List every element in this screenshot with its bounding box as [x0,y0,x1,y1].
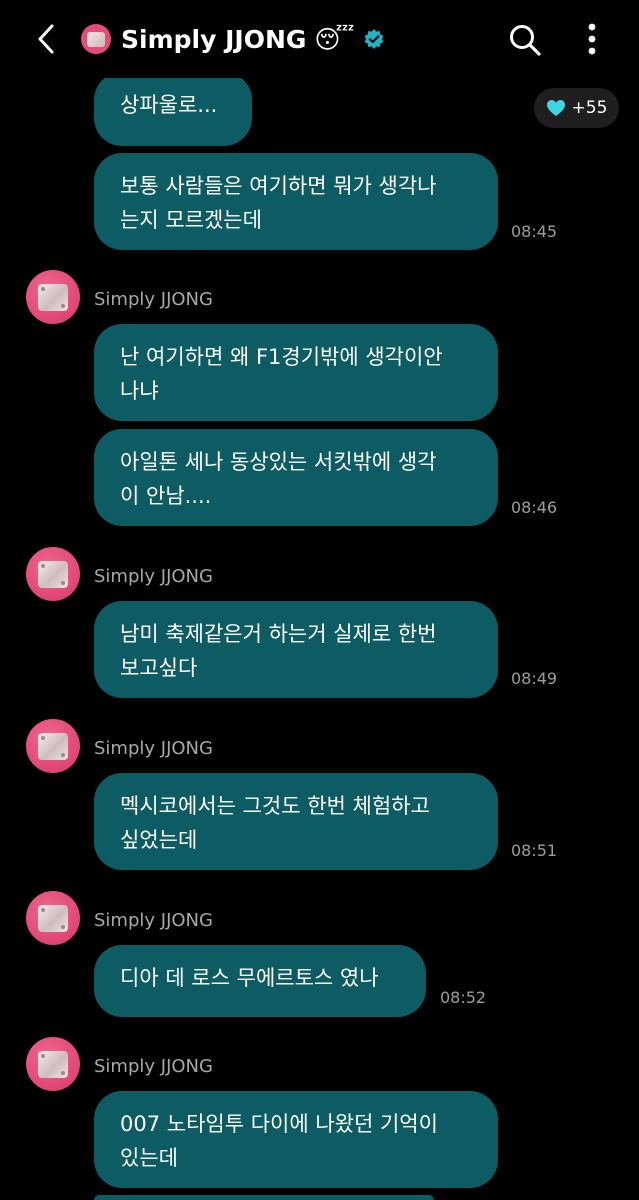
reaction-count: +55 [571,98,608,118]
chat-header: Simply JJONG 😴 [0,0,639,78]
sender-avatar[interactable] [26,891,80,945]
more-vertical-icon [588,23,596,55]
search-button[interactable] [507,22,543,58]
chevron-left-icon [38,24,54,54]
sender-name: Simply JJONG [94,738,213,759]
back-button[interactable] [30,22,62,56]
message-text: 남미 축제같은거 하는거 실제로 한번 보고싶다 [120,622,437,680]
message-timestamp: 08:45 [511,222,558,241]
message-text: 디아 데 로스 무에르토스 였나 [120,966,379,990]
message-text: 상파울로... [120,93,218,117]
more-options-button[interactable] [578,20,606,58]
message-bubble[interactable]: 남미 축제같은거 하는거 실제로 한번 보고싶다 [94,601,498,698]
message-text: 아일톤 세나 동상있는 서킷밖에 생각 이 안남.... [120,450,437,508]
message-bubble[interactable]: 아일톤 세나 동상있는 서킷밖에 생각 이 안남.... [94,429,498,526]
sender-avatar[interactable] [26,1037,80,1091]
sender-name: Simply JJONG [94,1056,213,1077]
message-timestamp: 08:51 [511,841,558,860]
sender-avatar[interactable] [26,270,80,324]
reaction-badge[interactable]: +55 [534,88,619,128]
sender-avatar[interactable] [26,547,80,601]
message-timestamp: 08:46 [511,498,558,517]
verified-badge-icon [363,28,385,50]
heart-icon [546,100,565,116]
sender-avatar[interactable] [26,719,80,773]
header-avatar[interactable] [81,24,111,54]
message-timestamp: 08:49 [511,669,558,688]
message-text: 007 노타임투 다이에 나왔던 기억이 있는데 [120,1112,438,1170]
chat-title[interactable]: Simply JJONG 😴 [121,22,385,56]
message-bubble[interactable]: 보통 사람들은 여기하면 뭐가 생각나 는지 모르겠는데 [94,153,498,250]
sleeping-emoji: 😴 [314,24,355,54]
message-bubble[interactable]: 디아 데 로스 무에르토스 였나 [94,945,426,1017]
sender-name: Simply JJONG [94,566,213,587]
message-bubble[interactable]: 상파울로... [94,72,252,146]
search-icon [510,25,541,56]
sender-name: Simply JJONG [94,910,213,931]
message-text: 난 여기하면 왜 F1경기밖에 생각이안 나냐 [120,345,443,403]
chat-title-text: Simply JJONG [121,24,307,54]
message-text: 멕시코에서는 그것도 한번 체험하고 싶었는데 [120,794,430,852]
message-bubble[interactable]: 멕시코에서는 그것도 한번 체험하고 싶었는데 [94,773,498,870]
message-bubble[interactable]: 007 노타임투 다이에 나왔던 기억이 있는데 [94,1091,498,1188]
message-text: 보통 사람들은 여기하면 뭐가 생각나 는지 모르겠는데 [120,174,437,232]
message-timestamp: 08:52 [440,988,487,1007]
message-bubble-partial[interactable] [94,1195,434,1200]
sender-name: Simply JJONG [94,289,213,310]
message-bubble[interactable]: 난 여기하면 왜 F1경기밖에 생각이안 나냐 [94,324,498,421]
